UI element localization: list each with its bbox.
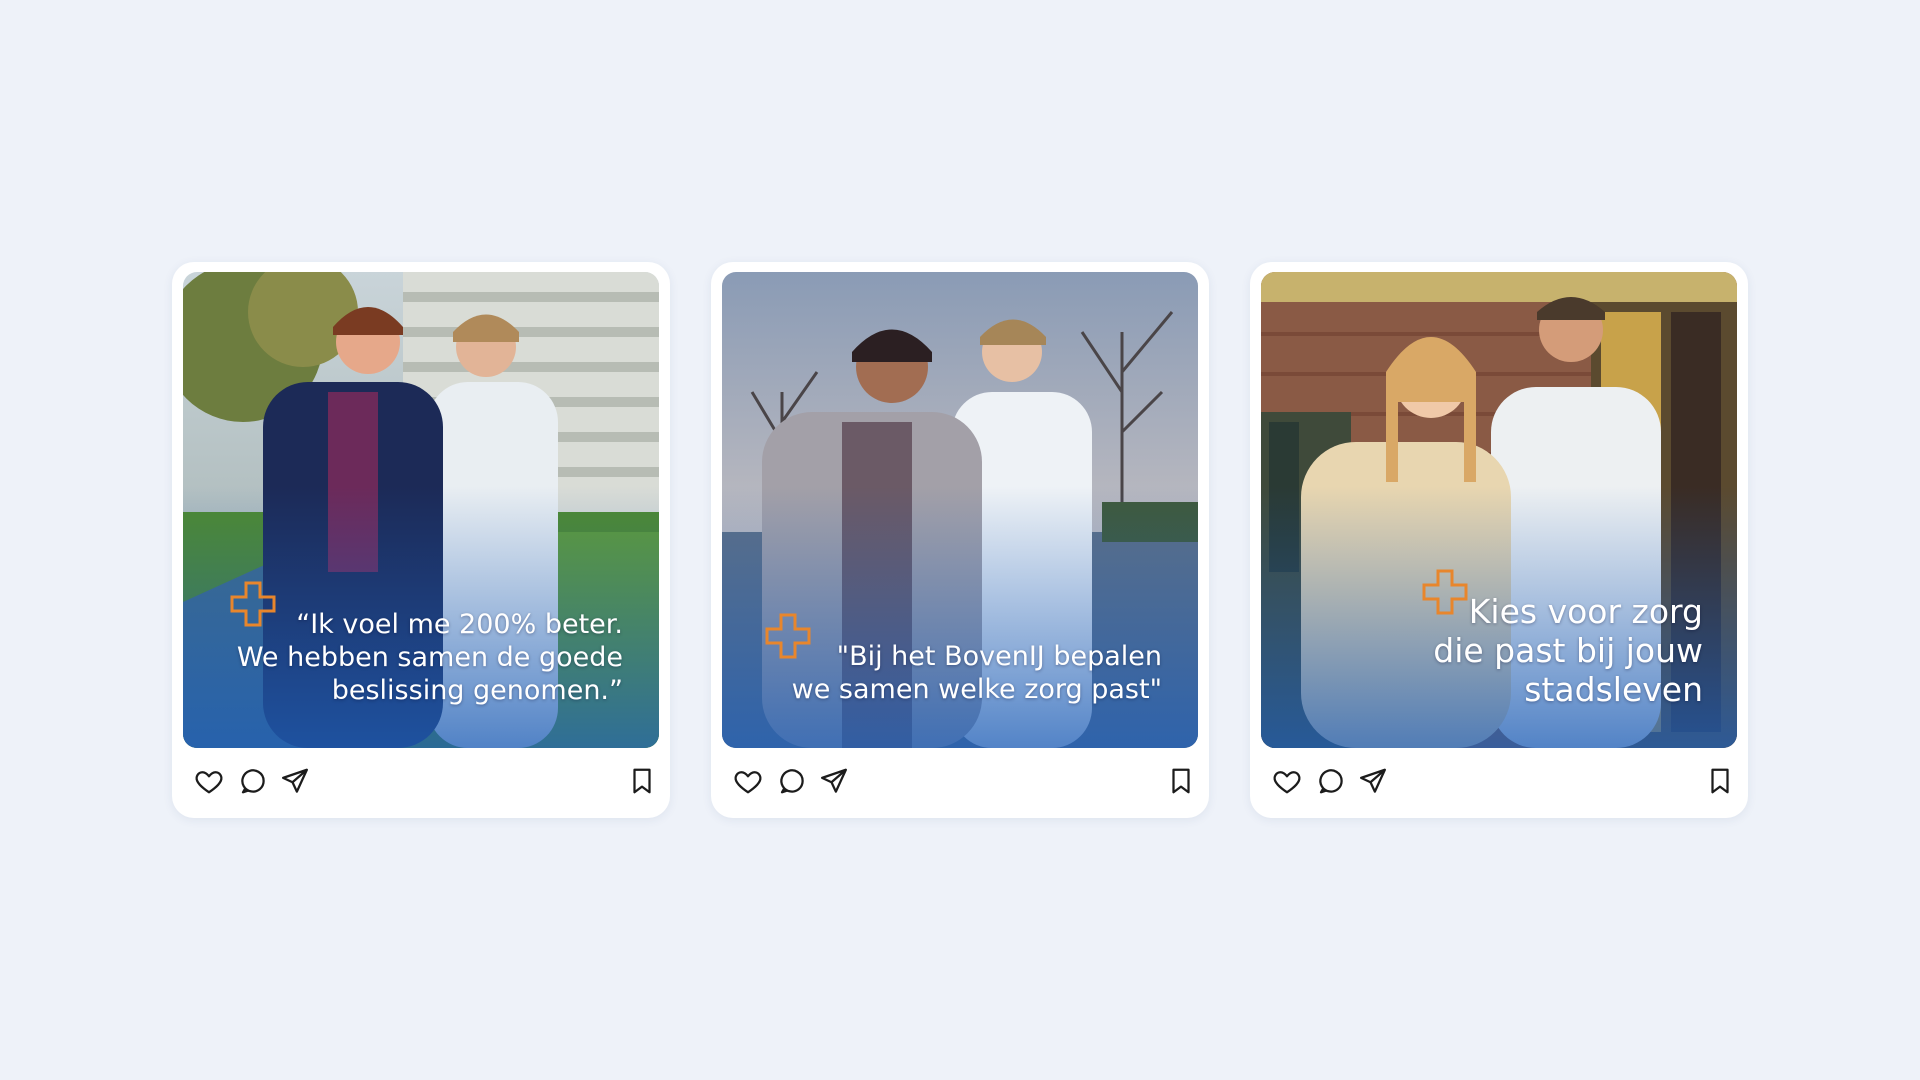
post-actions-3 (1250, 748, 1748, 818)
heart-icon (734, 771, 762, 794)
send-icon (821, 768, 847, 793)
comment-icon (241, 769, 265, 794)
post-feed: “Ik voel me 200% beter. We hebben samen … (172, 262, 1748, 818)
send-icon (282, 768, 308, 793)
like-button[interactable] (1272, 766, 1302, 796)
heart-icon (1273, 771, 1301, 794)
post-quote-2: "Bij het BovenIJ bepalen we samen welke … (792, 640, 1162, 706)
share-button[interactable] (819, 766, 849, 796)
like-button[interactable] (194, 766, 224, 796)
post-card-2[interactable]: "Bij het BovenIJ bepalen we samen welke … (711, 262, 1209, 818)
post-card-1[interactable]: “Ik voel me 200% beter. We hebben samen … (172, 262, 670, 818)
comment-icon (780, 769, 804, 794)
post-card-3[interactable]: Kies voor zorg die past bij jouw stadsle… (1250, 262, 1748, 818)
post-image-2[interactable]: "Bij het BovenIJ bepalen we samen welke … (722, 272, 1198, 748)
bookmark-icon (1172, 768, 1190, 794)
comment-icon (1319, 769, 1343, 794)
heart-icon (195, 771, 223, 794)
like-button[interactable] (733, 766, 763, 796)
post-image-3[interactable]: Kies voor zorg die past bij jouw stadsle… (1261, 272, 1737, 748)
quote-line: we samen welke zorg past" (791, 674, 1162, 705)
share-button[interactable] (1358, 766, 1388, 796)
bookmark-button[interactable] (627, 766, 657, 796)
comment-button[interactable] (777, 766, 807, 796)
quote-line: die past bij jouw (1433, 631, 1703, 670)
quote-line: beslissing genomen.” (331, 675, 623, 706)
bookmark-icon (1711, 768, 1729, 794)
bookmark-icon (633, 768, 651, 794)
post-actions-1 (172, 748, 670, 818)
bookmark-button[interactable] (1705, 766, 1735, 796)
post-quote-1: “Ik voel me 200% beter. We hebben samen … (237, 608, 623, 707)
post-quote-3: Kies voor zorg die past bij jouw stadsle… (1433, 592, 1703, 709)
comment-button[interactable] (238, 766, 268, 796)
share-button[interactable] (280, 766, 310, 796)
quote-line: stadsleven (1524, 670, 1703, 709)
quote-line: We hebben samen de goede (236, 642, 623, 673)
post-image-1[interactable]: “Ik voel me 200% beter. We hebben samen … (183, 272, 659, 748)
bookmark-button[interactable] (1166, 766, 1196, 796)
send-icon (1360, 768, 1386, 793)
quote-line: “Ik voel me 200% beter. (296, 609, 623, 640)
post-actions-2 (711, 748, 1209, 818)
comment-button[interactable] (1316, 766, 1346, 796)
quote-line: Kies voor zorg (1468, 592, 1703, 631)
quote-line: "Bij het BovenIJ bepalen (836, 641, 1162, 672)
